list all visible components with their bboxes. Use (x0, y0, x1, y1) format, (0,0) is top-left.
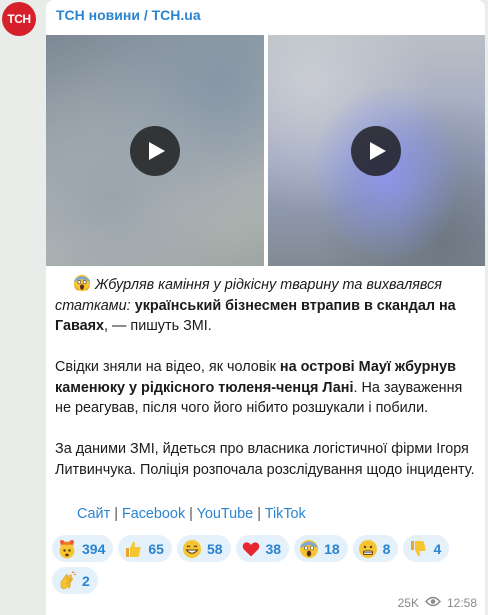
link-separator: | (189, 506, 193, 522)
reaction-button[interactable]: 8 (352, 535, 399, 562)
youtube-link[interactable]: YouTube (197, 506, 254, 522)
channel-name[interactable]: ТСН новини / TCH.ua (56, 7, 201, 23)
reaction-count: 394 (82, 540, 106, 557)
reaction-button[interactable]: 58 (176, 535, 231, 562)
clapping-hands-icon (57, 570, 77, 591)
screaming-face-icon (73, 274, 91, 292)
tiktok-link[interactable]: TikTok (265, 506, 306, 522)
video-thumbnail-1[interactable] (46, 35, 264, 266)
red-heart-icon (241, 539, 261, 559)
eye-icon (425, 596, 441, 610)
social-links: Сайт | Facebook | YouTube | TikTok (77, 506, 306, 522)
grinning-face-icon (182, 539, 202, 559)
link-separator: | (257, 506, 261, 522)
post-paragraph-3: За даними ЗМІ, йдеться про власника логі… (55, 441, 475, 478)
facebook-link[interactable]: Facebook (122, 506, 185, 522)
thumbs-down-icon (408, 539, 428, 559)
grimacing-face-icon (358, 539, 378, 559)
post-paragraph-2: Свідки зняли на відео, як чоловік на ост… (55, 357, 480, 419)
reaction-count: 8 (382, 540, 391, 557)
play-icon[interactable] (129, 125, 180, 176)
reactions-bar: 394 65 58 38 18 8 4 2 (52, 535, 477, 594)
view-count: 25K (397, 596, 419, 610)
reaction-button[interactable]: 4 (403, 535, 450, 562)
video-thumbnail-2[interactable] (267, 35, 485, 266)
message-time: 12:58 (446, 596, 477, 610)
media-album (46, 35, 485, 266)
post-text-span: Свідки зняли на відео, як чоловік (55, 359, 280, 375)
reaction-button[interactable]: 65 (118, 535, 172, 562)
play-icon[interactable] (351, 125, 402, 176)
post-text: Жбурляв каміння у рідкісну тварину та ви… (55, 274, 480, 501)
screaming-face-icon (299, 539, 319, 559)
exploding-head-icon (57, 539, 77, 559)
reaction-count: 58 (206, 540, 223, 557)
post-text-tail: , — пишуть ЗМІ. (104, 318, 212, 334)
reaction-button[interactable]: 2 (52, 567, 98, 594)
thumbs-up-icon (123, 539, 143, 559)
link-separator: | (114, 506, 118, 522)
message-bubble: ТСН новини / TCH.ua Жбурляв каміння у рі… (46, 0, 485, 615)
reaction-button[interactable]: 38 (235, 535, 290, 562)
message-meta: 25K 12:58 (398, 596, 477, 610)
reaction-button[interactable]: 394 (52, 535, 114, 562)
reaction-count: 18 (324, 540, 340, 557)
channel-avatar[interactable]: ТСН (2, 2, 36, 36)
reaction-count: 4 (433, 540, 442, 557)
site-link[interactable]: Сайт (77, 506, 110, 522)
reaction-count: 2 (82, 572, 90, 589)
reaction-button[interactable]: 18 (294, 535, 348, 562)
post-paragraph-1: Жбурляв каміння у рідкісну тварину та ви… (55, 274, 480, 337)
reaction-count: 38 (265, 540, 282, 557)
reaction-count: 65 (148, 540, 164, 557)
